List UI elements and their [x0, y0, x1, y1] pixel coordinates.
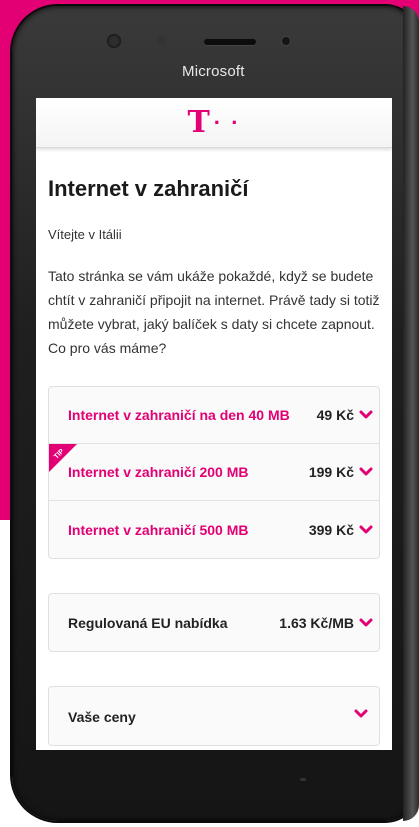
- offer-item-200mb[interactable]: TIP Internet v zahraničí 200 MB 199 Kč: [49, 444, 379, 501]
- offer-price: 399 Kč: [308, 521, 354, 538]
- chevron-down-icon[interactable]: [357, 406, 375, 424]
- app-header: T · ·: [36, 98, 392, 148]
- page-title: Internet v zahraničí: [48, 176, 249, 201]
- chevron-down-icon[interactable]: [357, 463, 375, 481]
- offer-name: Internet v zahraničí na den 40 MB: [68, 407, 290, 423]
- front-camera-icon: [282, 37, 290, 45]
- offer-name: Regulovaná EU nabídka: [68, 614, 228, 631]
- offer-price: 1.63 Kč/MB: [279, 614, 354, 631]
- t-logo-icon[interactable]: T: [187, 107, 209, 138]
- tip-ribbon-icon: TIP: [49, 444, 77, 472]
- chevron-down-icon[interactable]: [352, 705, 370, 723]
- section-label: Vaše ceny: [68, 709, 136, 725]
- sensor-icon: [157, 36, 166, 45]
- greeting-text: Vítejte v Itálii: [48, 227, 122, 242]
- logo-dots: · ·: [213, 109, 241, 135]
- offer-item-500mb[interactable]: Internet v zahraničí 500 MB 399 Kč: [49, 501, 379, 558]
- earpiece-speaker: [204, 39, 256, 45]
- home-indicator: [300, 778, 306, 781]
- chevron-down-icon[interactable]: [357, 614, 375, 632]
- offer-name: Internet v zahraničí 500 MB: [68, 521, 249, 538]
- your-prices-section[interactable]: Vaše ceny: [48, 686, 380, 746]
- offer-price: 199 Kč: [308, 464, 354, 480]
- main-content: Internet v zahraničí Vítejte v Itálii Ta…: [36, 176, 392, 746]
- phone-screen: T · · Internet v zahraničí Vítejte v Itá…: [36, 98, 392, 750]
- offer-item-day-40mb[interactable]: Internet v zahraničí na den 40 MB 49 Kč: [49, 387, 379, 444]
- offer-price: 49 Kč: [316, 407, 354, 423]
- offer-item-eu-regulated[interactable]: Regulovaná EU nabídka 1.63 Kč/MB: [49, 594, 379, 651]
- eu-offer-group: Regulovaná EU nabídka 1.63 Kč/MB: [48, 593, 380, 652]
- phone-side-edge: [403, 6, 419, 821]
- offer-name: Internet v zahraničí 200 MB: [68, 464, 249, 480]
- intro-text: Tato stránka se vám ukáže pokaždé, když …: [48, 268, 380, 356]
- phone-brand-label: Microsoft: [182, 63, 245, 80]
- chevron-down-icon[interactable]: [357, 521, 375, 539]
- offer-list: Internet v zahraničí na den 40 MB 49 Kč …: [48, 386, 380, 559]
- camera-icon: [107, 34, 121, 48]
